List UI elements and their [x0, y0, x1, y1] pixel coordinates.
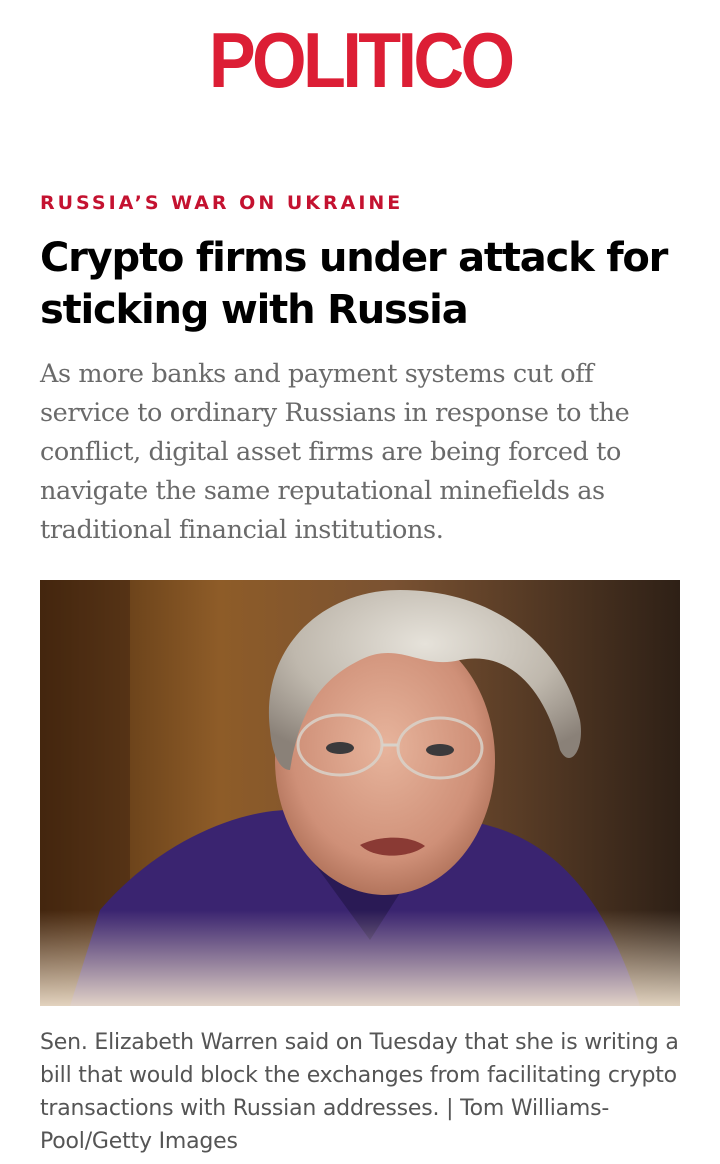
section-kicker-link[interactable]: RUSSIA’S WAR ON UKRAINE	[40, 190, 403, 216]
article-dek: As more banks and payment systems cut of…	[40, 359, 630, 545]
masthead: POLITICO	[0, 18, 720, 108]
photo-caption: Sen. Elizabeth Warren said on Tuesday th…	[40, 1026, 680, 1158]
article-headline: Crypto firms under attack for sticking w…	[40, 235, 668, 333]
caption-separator: |	[439, 1096, 461, 1121]
lead-photo	[40, 580, 680, 1006]
portrait-illustration	[40, 580, 680, 1006]
politico-logo[interactable]: POLITICO	[209, 18, 515, 102]
